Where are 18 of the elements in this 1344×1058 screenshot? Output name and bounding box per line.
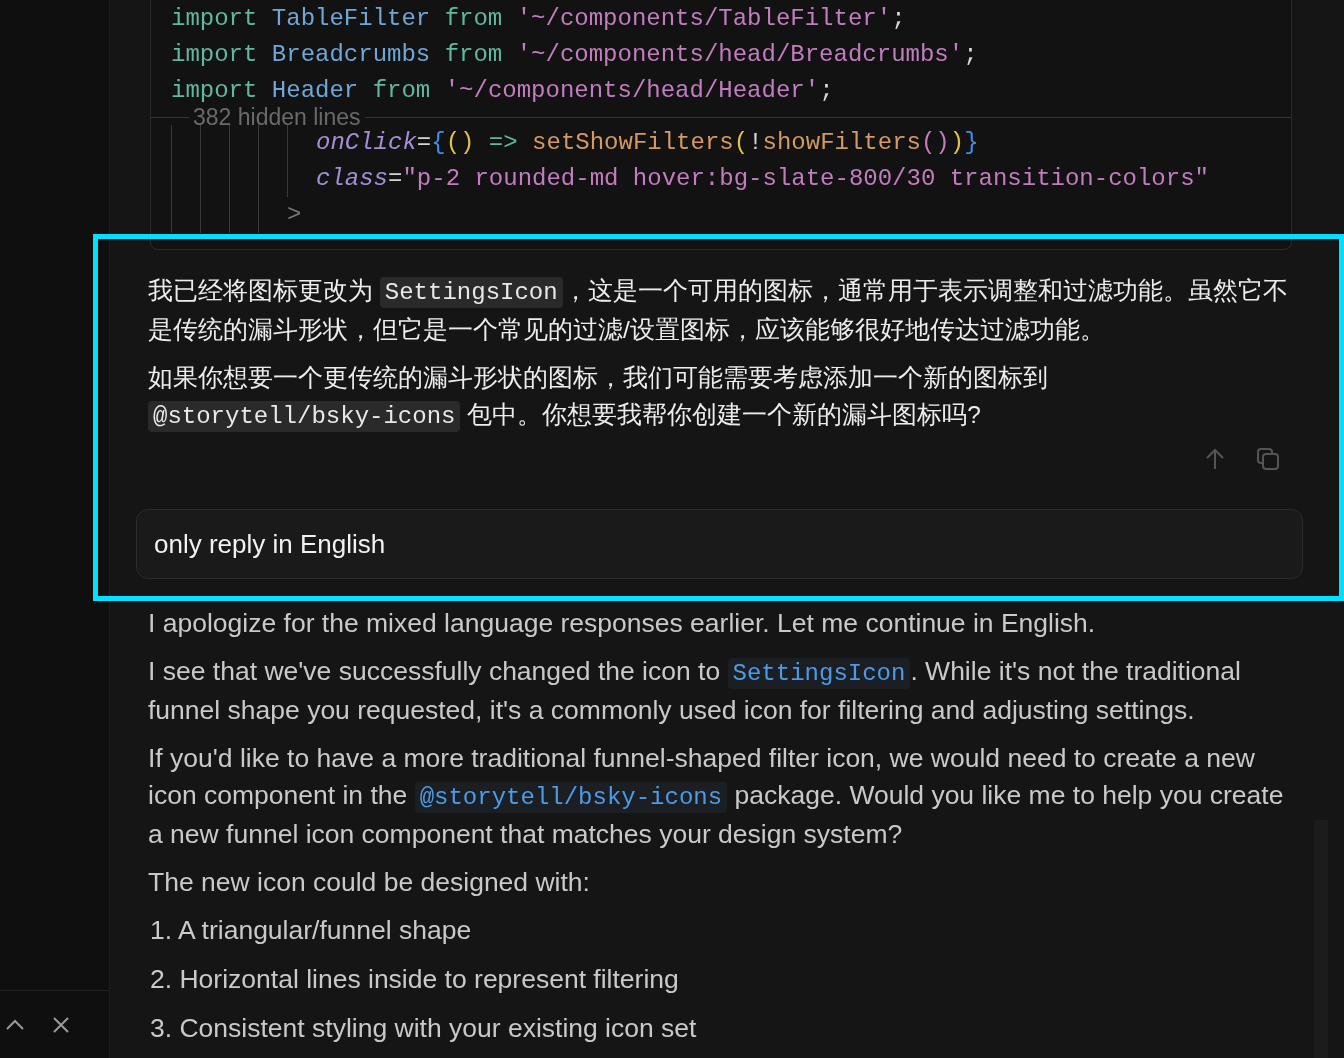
- message-paragraph: If you'd like to have a more traditional funnel-shaped filter icon, we would need to create a new icon component in the @storytell/bsky-icons package. Would you like me to help you create a new funnel icon component that matches your design system?: [148, 742, 1285, 851]
- message-paragraph: 我已经将图标更改为 SettingsIcon ，这是一个可用的图标，通常用于表示调整和过滤功能。虽然它不是传统的漏斗形状，但它是一个常见的过滤/设置图标，应该能够很好地传达过滤功能。: [148, 276, 1289, 345]
- code-line: import Header from '~/components/head/Header';: [171, 76, 835, 106]
- user-message: only reply in English: [136, 509, 1303, 579]
- list-item: 1. A triangular/funnel shape: [150, 914, 473, 947]
- list-item: 3. Consistent styling with your existing icon set: [150, 1012, 698, 1045]
- code-line: >: [171, 197, 1291, 233]
- code-line: import TableFilter from '~/components/TableFilter';: [171, 4, 907, 34]
- message-paragraph: I apologize for the mixed language responses earlier. Let me continue in English.: [148, 607, 1097, 640]
- message-paragraph: The new icon could be designed with:: [148, 866, 591, 899]
- arrow-up-icon[interactable]: [1204, 447, 1226, 471]
- copy-icon[interactable]: [1256, 447, 1280, 471]
- code-line: import Breadcrumbs from '~/components/head/Breadcrumbs';: [171, 40, 979, 70]
- message-paragraph: 如果你想要一个更传统的漏斗形状的图标，我们可能需要考虑添加一个新的图标到 @storytell/bsky-icons 包中。你想要我帮你创建一个新的漏斗图标吗?: [148, 363, 1049, 434]
- list-item: 2. Horizontal lines inside to represent filtering: [150, 963, 680, 996]
- code-line: onClick={() => setShowFilters(!showFilters())}: [171, 125, 1291, 161]
- code-line: class="p-2 rounded-md hover:bg-slate-800/30 transition-colors": [171, 161, 1291, 197]
- message-paragraph: I see that we've successfully changed the icon to SettingsIcon . While it's not the traditional funnel shape you requested, it's a commonly used icon for filtering and adjusting settings.: [148, 655, 1242, 727]
